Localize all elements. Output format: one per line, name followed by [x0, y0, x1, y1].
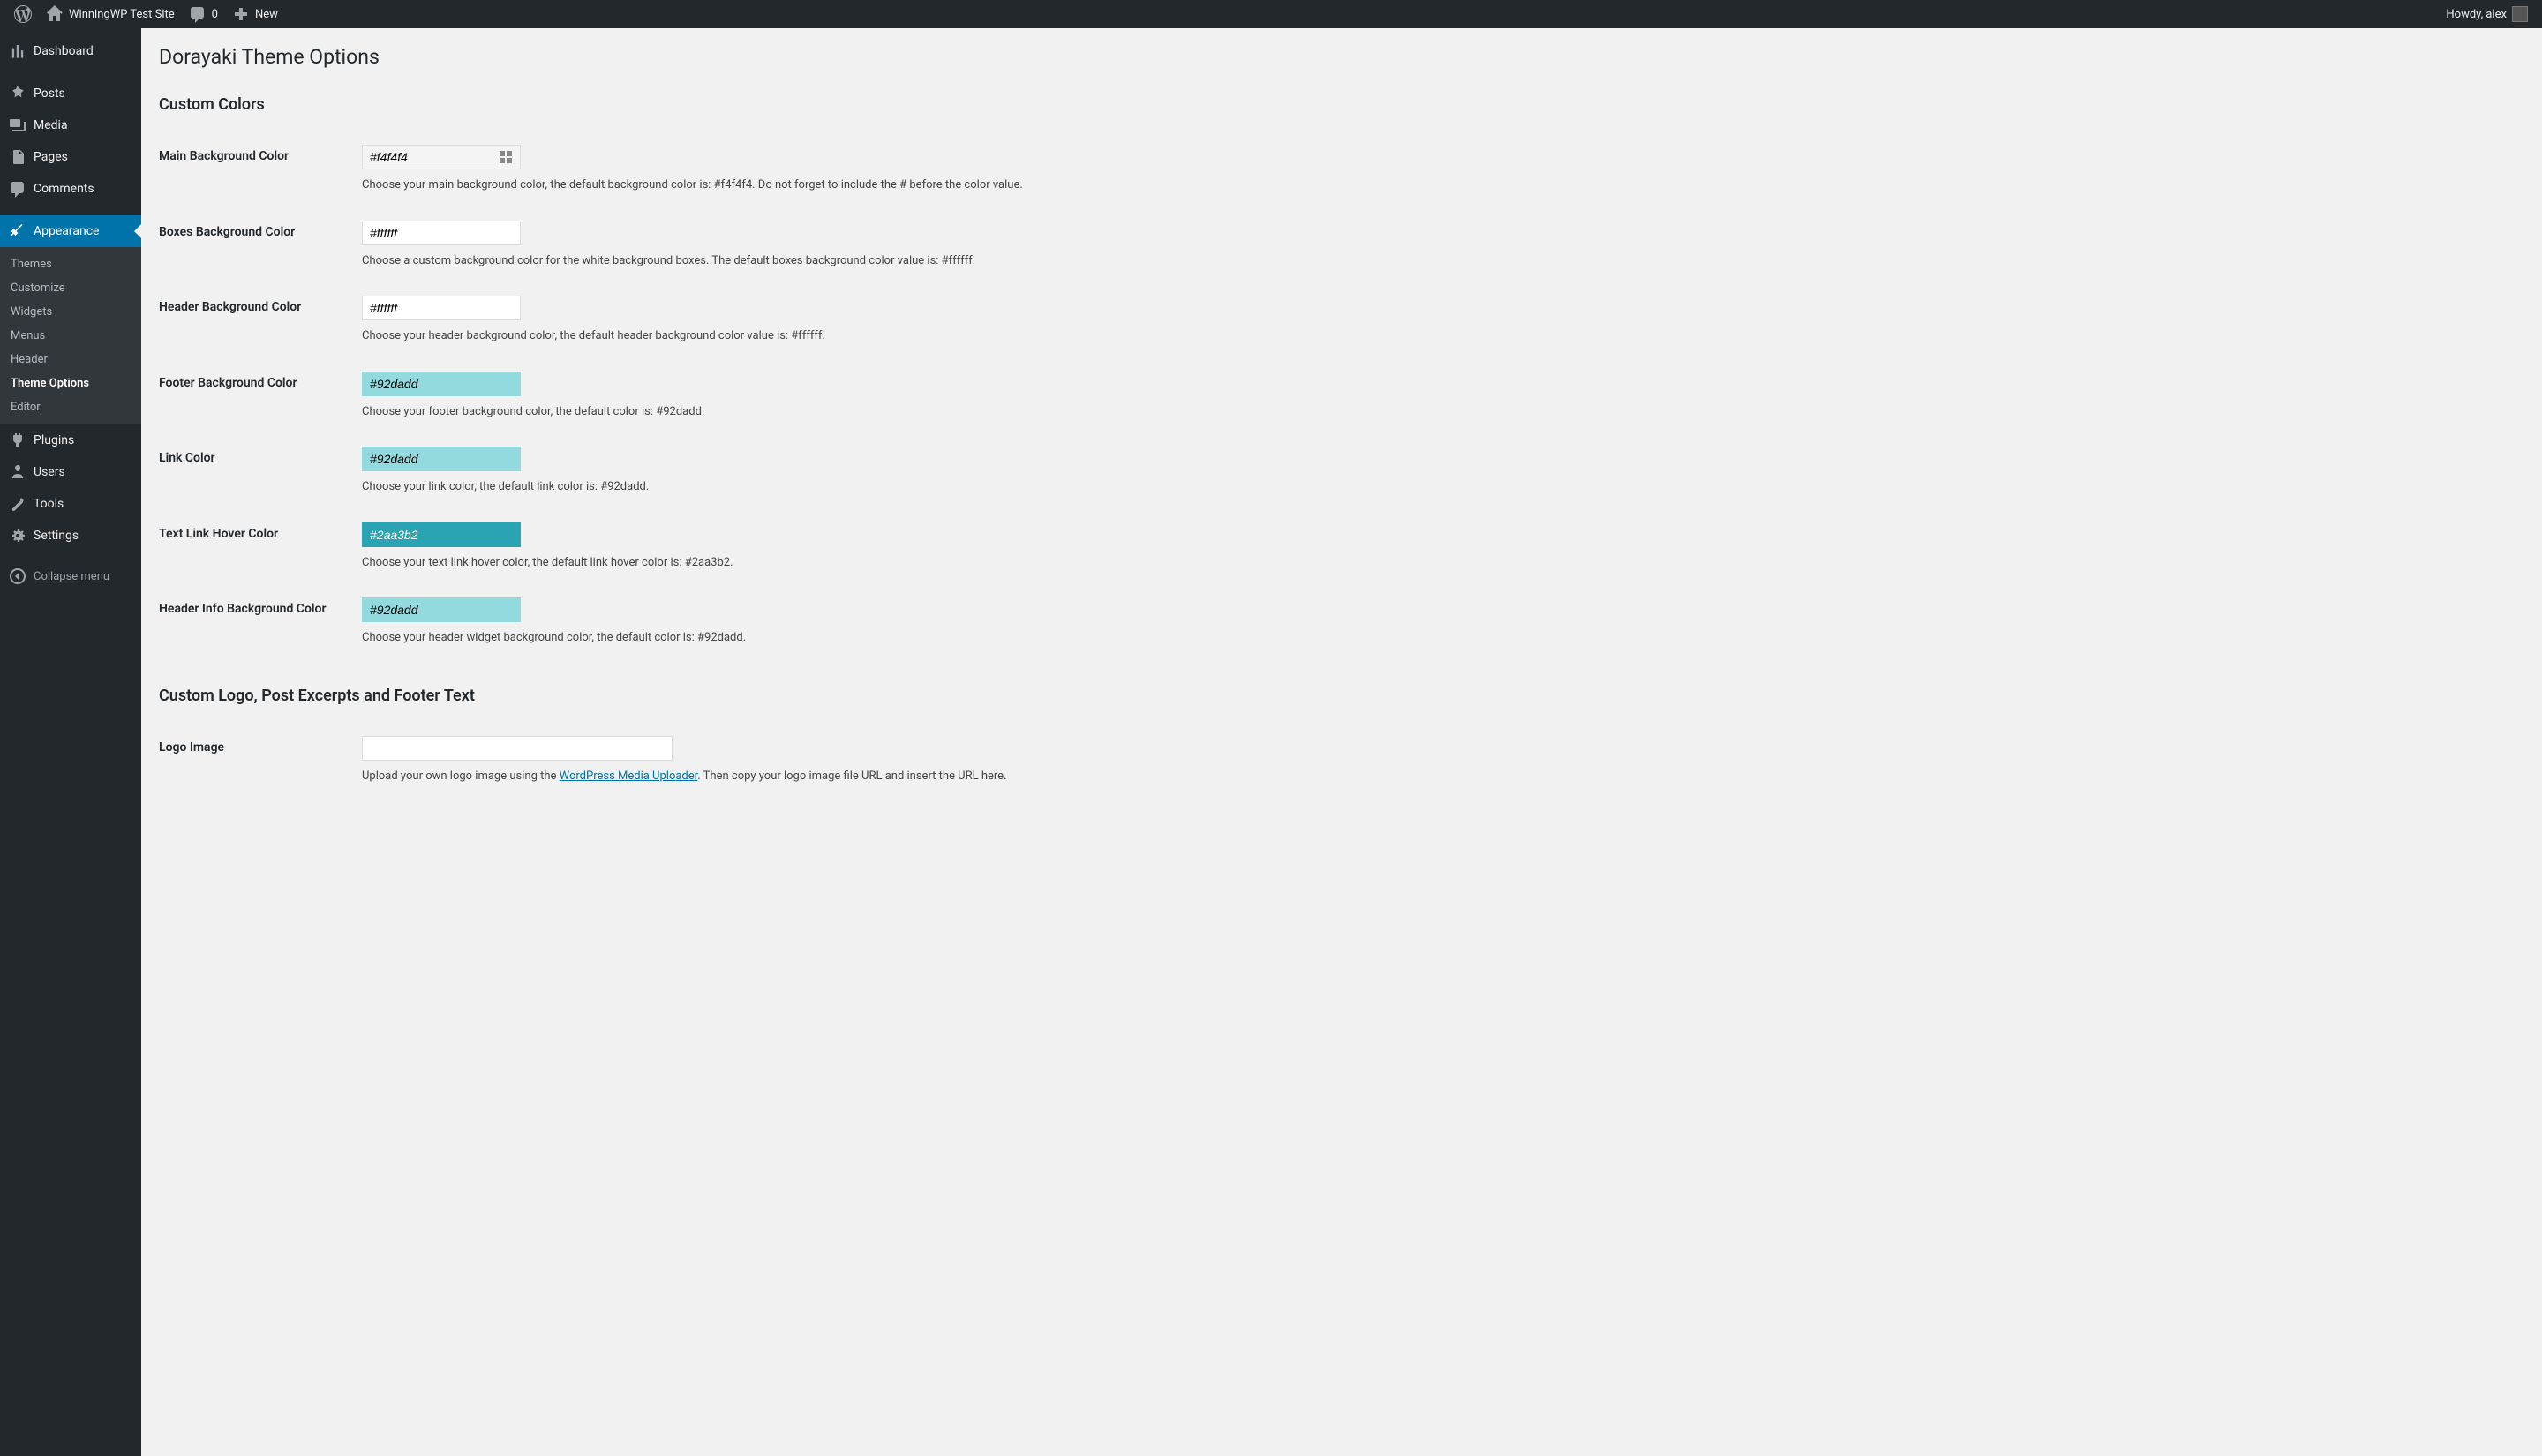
sidebar-item-label: Plugins	[34, 433, 74, 447]
tools-icon	[9, 495, 26, 513]
new-label: New	[255, 8, 278, 21]
color-picker-btn[interactable]	[495, 146, 516, 168]
submenu-editor[interactable]: Editor	[0, 395, 141, 419]
sidebar-item-label: Posts	[34, 86, 65, 101]
sidebar-item-label: Pages	[34, 150, 68, 164]
plugin-icon	[9, 432, 26, 449]
user-greeting[interactable]: Howdy, alex	[2439, 0, 2535, 28]
desc-link-color: Choose your link color, the default link…	[362, 478, 2516, 496]
avatar	[2512, 6, 2528, 22]
comment-icon	[9, 180, 26, 198]
label-main-bg: Main Background Color	[159, 131, 353, 207]
collapse-label: Collapse menu	[34, 570, 109, 583]
comment-count: 0	[212, 8, 218, 21]
users-icon	[9, 463, 26, 481]
sidebar-item-label: Appearance	[34, 224, 99, 238]
pin-icon	[9, 85, 26, 102]
submenu-menus[interactable]: Menus	[0, 324, 141, 348]
sidebar-item-appearance[interactable]: Appearance	[0, 215, 141, 247]
sidebar-item-comments[interactable]: Comments	[0, 173, 141, 205]
input-header-info-bg[interactable]	[363, 599, 495, 620]
sidebar-item-tools[interactable]: Tools	[0, 488, 141, 520]
section-custom-logo: Custom Logo, Post Excerpts and Footer Te…	[159, 687, 2524, 705]
input-footer-bg[interactable]	[363, 373, 495, 394]
desc-header-info-bg: Choose your header widget background col…	[362, 629, 2516, 647]
page-icon	[9, 148, 26, 166]
label-logo-image: Logo Image	[159, 723, 353, 799]
sidebar-item-plugins[interactable]: Plugins	[0, 424, 141, 456]
sidebar-item-pages[interactable]: Pages	[0, 141, 141, 173]
media-icon	[9, 116, 26, 134]
submenu-customize[interactable]: Customize	[0, 276, 141, 300]
sidebar-item-label: Users	[34, 465, 65, 479]
site-name-text: WinningWP Test Site	[69, 8, 175, 21]
comments-link[interactable]: 0	[182, 0, 225, 28]
site-name-link[interactable]: WinningWP Test Site	[39, 0, 182, 28]
submenu-widgets[interactable]: Widgets	[0, 300, 141, 324]
section-custom-colors: Custom Colors	[159, 95, 2524, 114]
dashboard-icon	[9, 42, 26, 60]
label-text-link-hover: Text Link Hover Color	[159, 509, 353, 585]
sidebar-item-label: Tools	[34, 497, 64, 511]
desc-footer-bg: Choose your footer background color, the…	[362, 403, 2516, 421]
sidebar-item-label: Media	[34, 118, 68, 132]
sidebar-item-dashboard[interactable]: Dashboard	[0, 35, 141, 67]
comment-icon	[189, 5, 207, 23]
sidebar-item-label: Comments	[34, 182, 94, 196]
wordpress-icon	[14, 5, 32, 23]
desc-logo-image: Upload your own logo image using the Wor…	[362, 768, 2516, 785]
label-header-info-bg: Header Info Background Color	[159, 584, 353, 660]
label-link-color: Link Color	[159, 433, 353, 509]
sidebar-item-label: Settings	[34, 529, 79, 543]
input-link-color[interactable]	[363, 448, 495, 469]
sidebar-item-media[interactable]: Media	[0, 109, 141, 141]
label-boxes-bg: Boxes Background Color	[159, 207, 353, 283]
input-main-bg[interactable]	[363, 146, 495, 168]
label-footer-bg: Footer Background Color	[159, 358, 353, 434]
wp-logo[interactable]	[7, 0, 39, 28]
sidebar-item-posts[interactable]: Posts	[0, 78, 141, 109]
desc-text-link-hover: Choose your text link hover color, the d…	[362, 554, 2516, 572]
media-uploader-link[interactable]: WordPress Media Uploader	[560, 769, 698, 783]
collapse-icon	[9, 567, 26, 585]
appearance-icon	[9, 222, 26, 240]
input-boxes-bg[interactable]	[363, 222, 495, 244]
sidebar-item-users[interactable]: Users	[0, 456, 141, 488]
color-swatch-icon	[499, 150, 513, 164]
sidebar-item-settings[interactable]: Settings	[0, 520, 141, 552]
input-text-link-hover[interactable]	[363, 524, 495, 545]
desc-main-bg: Choose your main background color, the d…	[362, 176, 2516, 194]
page-title: Dorayaki Theme Options	[159, 37, 2524, 86]
new-content-link[interactable]: New	[225, 0, 285, 28]
submenu-themes[interactable]: Themes	[0, 252, 141, 276]
sidebar-item-label: Dashboard	[34, 44, 94, 58]
submenu-theme-options[interactable]: Theme Options	[0, 372, 141, 395]
greeting-text: Howdy, alex	[2446, 8, 2507, 21]
home-icon	[46, 5, 64, 23]
plus-icon	[232, 5, 250, 23]
submenu-header[interactable]: Header	[0, 348, 141, 372]
desc-header-bg: Choose your header background color, the…	[362, 327, 2516, 345]
input-header-bg[interactable]	[363, 297, 495, 319]
input-logo-image[interactable]	[362, 736, 673, 761]
desc-boxes-bg: Choose a custom background color for the…	[362, 252, 2516, 270]
settings-icon	[9, 527, 26, 544]
collapse-menu[interactable]: Collapse menu	[0, 560, 141, 592]
label-header-bg: Header Background Color	[159, 282, 353, 358]
